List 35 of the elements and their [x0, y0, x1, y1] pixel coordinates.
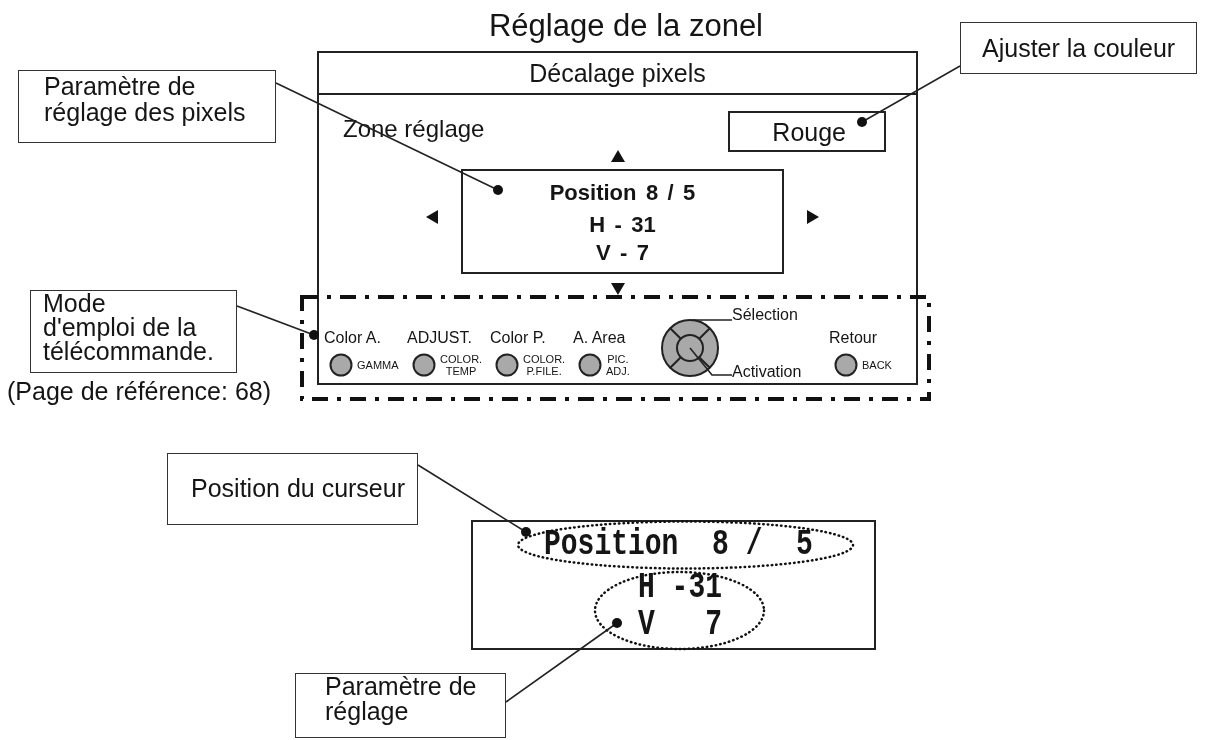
round-key-icon	[329, 353, 353, 377]
key-caption: GAMMA	[357, 359, 399, 371]
readout-line: Position 8 / 5	[549, 181, 696, 205]
callout-text: Mode d'emploi de la télécommande.	[43, 291, 215, 363]
callout-text: Paramètre de réglage	[325, 674, 478, 724]
color-value: Rouge	[772, 117, 846, 146]
round-key-icon	[834, 353, 858, 377]
callout-text: Ajuster la couleur	[982, 34, 1177, 62]
key-label: ADJUST.	[407, 328, 473, 348]
key-label: Color A.	[324, 328, 382, 348]
readout-line: H - 31	[589, 213, 656, 237]
key-label: Retour	[829, 328, 879, 348]
key-caption: COLOR. TEMP	[440, 353, 483, 377]
key-label: Color P.	[490, 328, 547, 348]
display-line: V 7	[638, 610, 722, 640]
round-key-icon	[412, 353, 436, 377]
round-key-icon	[495, 353, 519, 377]
menu-header: Décalage pixels	[529, 59, 706, 87]
round-key-icon	[578, 353, 602, 377]
key-label: A. Area	[573, 328, 627, 348]
readout-line: V - 7	[595, 241, 650, 265]
left-triangle-icon	[426, 210, 438, 224]
key-caption: BACK	[862, 359, 892, 371]
callout-text: Paramètre de réglage des pixels	[44, 73, 247, 125]
down-triangle-icon	[610, 283, 625, 295]
display-line: H -31	[638, 573, 722, 603]
key-caption: PIC. ADJ.	[606, 353, 630, 377]
right-triangle-icon	[807, 210, 819, 224]
up-triangle-icon	[610, 150, 625, 162]
diagram-title: Réglage de la zonel	[488, 7, 763, 44]
key-caption: COLOR. P.FILE.	[523, 353, 566, 377]
reference-note: (Page de référence: 68)	[7, 377, 272, 405]
pad-label: Sélection	[732, 306, 799, 324]
pad-label: Activation	[732, 363, 802, 381]
callout-text: Position du curseur	[191, 474, 406, 502]
